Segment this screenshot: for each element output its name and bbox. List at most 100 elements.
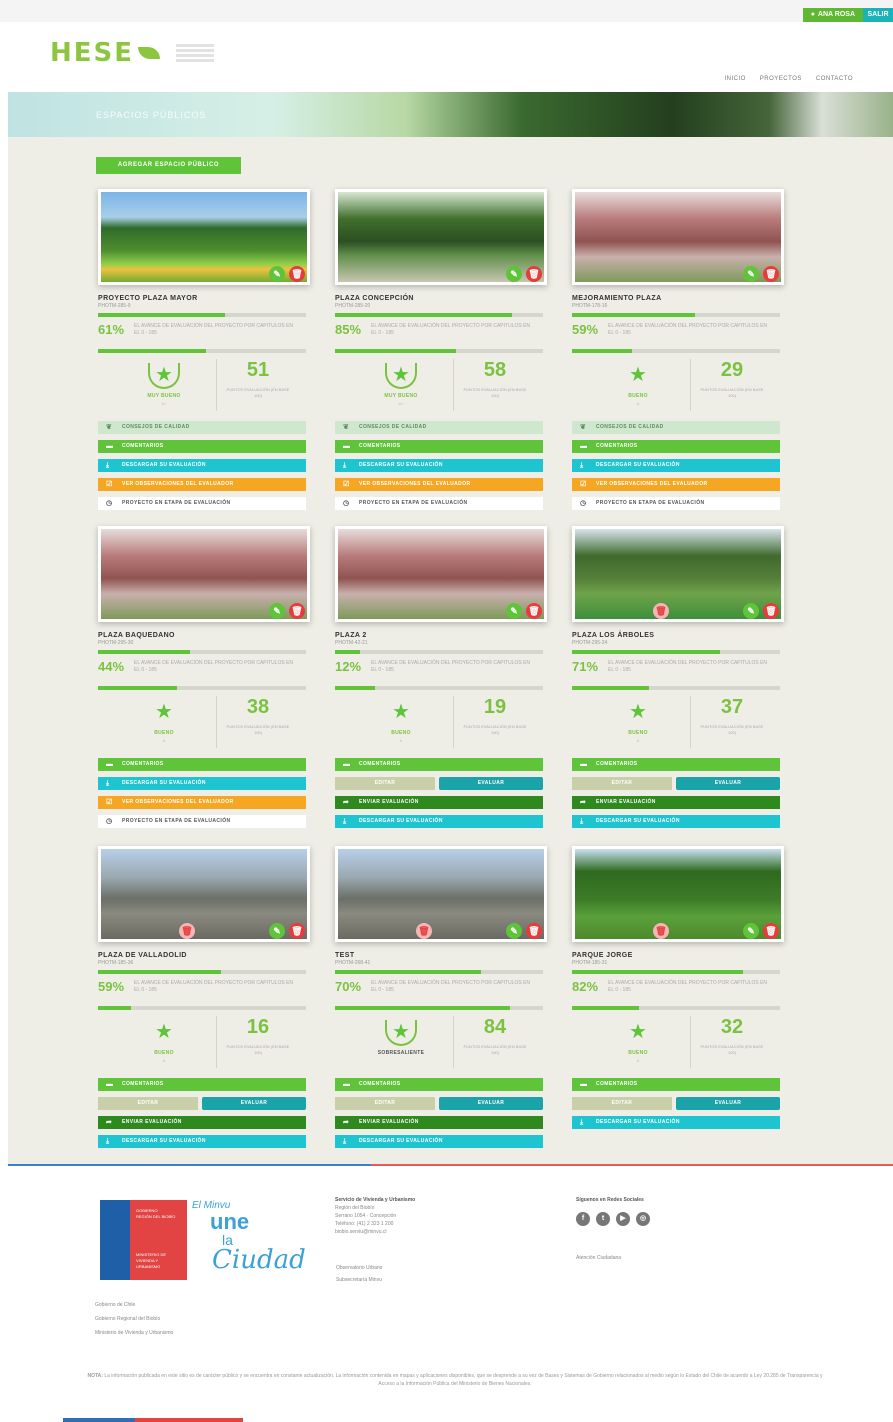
twitter-icon[interactable]: t bbox=[596, 1212, 610, 1226]
edit-icon[interactable]: ✎ bbox=[743, 923, 759, 939]
user-menu-button[interactable]: ● ANA ROSA bbox=[802, 8, 863, 22]
edit-button[interactable]: EDITAR bbox=[98, 1097, 198, 1110]
edit-icon[interactable]: ✎ bbox=[743, 603, 759, 619]
download-evaluation-button[interactable]: ⤓ DESCARGAR SU EVALUACIÓN bbox=[98, 1135, 306, 1148]
download-evaluation-button[interactable]: ⤓ DESCARGAR SU EVALUACIÓN bbox=[98, 459, 306, 472]
evaluate-button[interactable]: EVALUAR bbox=[202, 1097, 306, 1110]
gobierno-logo[interactable]: GOBIERNO REGIÓN DEL BIOBÍO MINISTERIO DE… bbox=[100, 1200, 187, 1280]
comments-button[interactable]: ▬ COMENTARIOS bbox=[572, 758, 780, 771]
download-evaluation-button[interactable]: ⤓ DESCARGAR SU EVALUACIÓN bbox=[572, 815, 780, 828]
edit-icon[interactable]: ✎ bbox=[506, 923, 522, 939]
project-photo[interactable]: ✎ 🗑 bbox=[98, 526, 310, 622]
quality-advice-button[interactable]: ❦ CONSEJOS DE CALIDAD bbox=[98, 421, 306, 434]
project-title: TEST bbox=[335, 952, 355, 959]
edit-icon[interactable]: ✎ bbox=[743, 266, 759, 282]
edit-button[interactable]: EDITAR bbox=[572, 1097, 672, 1110]
project-code: PHOTM-285-9 bbox=[98, 303, 131, 309]
evaluate-button[interactable]: EVALUAR bbox=[439, 777, 543, 790]
edit-button[interactable]: EDITAR bbox=[335, 777, 435, 790]
edit-icon[interactable]: ✎ bbox=[506, 266, 522, 282]
nav-inicio[interactable]: INICIO bbox=[724, 76, 745, 82]
view-observations-button[interactable]: ☑ VER OBSERVACIONES DEL EVALUADOR bbox=[335, 478, 543, 491]
project-photo[interactable]: 🗑 ✎ 🗑 bbox=[98, 846, 310, 942]
project-photo[interactable]: 🗑 ✎ 🗑 bbox=[572, 846, 784, 942]
footer-link-subsecretaria[interactable]: Subsecretaría Minvu bbox=[336, 1276, 382, 1284]
project-photo[interactable]: ✎ 🗑 bbox=[335, 526, 547, 622]
instagram-icon[interactable]: ◎ bbox=[636, 1212, 650, 1226]
score-label: PUNTOS EVALUACIÓN (EN BASE 100) bbox=[226, 724, 290, 735]
trash-icon[interactable]: 🗑 bbox=[416, 923, 432, 939]
comments-button[interactable]: ▬ COMENTARIOS bbox=[572, 1078, 780, 1091]
edit-icon[interactable]: ✎ bbox=[506, 603, 522, 619]
project-photo[interactable]: 🗑 ✎ 🗑 bbox=[335, 846, 547, 942]
footer-note: NOTA: La información publicada en este s… bbox=[80, 1372, 830, 1388]
trash-icon[interactable]: 🗑 bbox=[763, 266, 779, 282]
nav-contacto[interactable]: CONTACTO bbox=[816, 76, 853, 82]
project-photo[interactable]: ✎ 🗑 bbox=[335, 189, 547, 285]
edit-icon[interactable]: ✎ bbox=[269, 603, 285, 619]
edit-button[interactable]: EDITAR bbox=[335, 1097, 435, 1110]
trash-icon[interactable]: 🗑 bbox=[526, 923, 542, 939]
minvu-une-la-ciudad-logo[interactable]: El Minvu une la Ciudad bbox=[192, 1200, 306, 1273]
download-evaluation-button[interactable]: ⤓ DESCARGAR SU EVALUACIÓN bbox=[98, 777, 306, 790]
comments-button[interactable]: ▬ COMENTARIOS bbox=[98, 440, 306, 453]
download-evaluation-button[interactable]: ⤓ DESCARGAR SU EVALUACIÓN bbox=[335, 1135, 543, 1148]
download-evaluation-button[interactable]: ⤓ DESCARGAR SU EVALUACIÓN bbox=[572, 1116, 780, 1129]
send-evaluation-button[interactable]: ➦ ENVIAR EVALUACIÓN bbox=[98, 1116, 306, 1129]
trash-icon[interactable]: 🗑 bbox=[179, 923, 195, 939]
button-label: DESCARGAR SU EVALUACIÓN bbox=[359, 462, 443, 468]
edit-icon[interactable]: ✎ bbox=[269, 266, 285, 282]
view-observations-button[interactable]: ☑ VER OBSERVACIONES DEL EVALUADOR bbox=[98, 796, 306, 809]
score-value: 51 bbox=[246, 359, 270, 381]
send-evaluation-button[interactable]: ➦ ENVIAR EVALUACIÓN bbox=[335, 1116, 543, 1129]
project-photo[interactable]: ✎ 🗑 bbox=[98, 189, 310, 285]
comments-button[interactable]: ▬ COMENTARIOS bbox=[335, 1078, 543, 1091]
hese-logo[interactable]: HESE bbox=[50, 38, 215, 68]
footer-link-gobierno[interactable]: Gobierno de Chile bbox=[95, 1302, 135, 1308]
rating-badge: ★ bbox=[618, 698, 658, 726]
trash-icon[interactable]: 🗑 bbox=[526, 603, 542, 619]
evaluate-button[interactable]: EVALUAR bbox=[676, 1097, 780, 1110]
footer-link-gobierno-regional[interactable]: Gobierno Regional del Biobío bbox=[95, 1316, 160, 1322]
youtube-icon[interactable]: ▶ bbox=[616, 1212, 630, 1226]
comments-button[interactable]: ▬ COMENTARIOS bbox=[335, 440, 543, 453]
project-photo[interactable]: 🗑 ✎ 🗑 bbox=[572, 526, 784, 622]
comments-button[interactable]: ▬ COMENTARIOS bbox=[572, 440, 780, 453]
send-evaluation-button[interactable]: ➦ ENVIAR EVALUACIÓN bbox=[572, 796, 780, 809]
trash-icon[interactable]: 🗑 bbox=[289, 923, 305, 939]
trash-icon[interactable]: 🗑 bbox=[526, 266, 542, 282]
view-observations-button[interactable]: ☑ VER OBSERVACIONES DEL EVALUADOR bbox=[572, 478, 780, 491]
trash-icon[interactable]: 🗑 bbox=[289, 266, 305, 282]
download-evaluation-button[interactable]: ⤓ DESCARGAR SU EVALUACIÓN bbox=[335, 815, 543, 828]
project-photo[interactable]: ✎ 🗑 bbox=[572, 189, 784, 285]
logout-button[interactable]: SALIR bbox=[863, 8, 893, 22]
nav-proyectos[interactable]: PROYECTOS bbox=[760, 76, 802, 82]
footer-link-atencion[interactable]: Atención Ciudadana bbox=[576, 1254, 621, 1262]
send-evaluation-button[interactable]: ➦ ENVIAR EVALUACIÓN bbox=[335, 796, 543, 809]
footer-link-minvu[interactable]: Ministerio de Vivienda y Urbanismo bbox=[95, 1330, 173, 1336]
status-indicator: ◷ PROYECTO EN ETAPA DE EVALUACIÓN bbox=[98, 497, 306, 510]
edit-icon[interactable]: ✎ bbox=[269, 923, 285, 939]
trash-icon[interactable]: 🗑 bbox=[763, 603, 779, 619]
footer-link-observatorio[interactable]: Observatorio Urbano bbox=[336, 1264, 382, 1272]
quality-advice-button[interactable]: ❦ CONSEJOS DE CALIDAD bbox=[572, 421, 780, 434]
add-public-space-button[interactable]: AGREGAR ESPACIO PÚBLICO bbox=[96, 157, 241, 174]
edit-button[interactable]: EDITAR bbox=[572, 777, 672, 790]
comments-button[interactable]: ▬ COMENTARIOS bbox=[98, 758, 306, 771]
facebook-icon[interactable]: f bbox=[576, 1212, 590, 1226]
stats-divider bbox=[216, 359, 217, 411]
project-code: PHOTM-295-30 bbox=[98, 640, 134, 646]
evaluate-button[interactable]: EVALUAR bbox=[676, 777, 780, 790]
quality-advice-button[interactable]: ❦ CONSEJOS DE CALIDAD bbox=[335, 421, 543, 434]
download-evaluation-button[interactable]: ⤓ DESCARGAR SU EVALUACIÓN bbox=[335, 459, 543, 472]
trash-icon[interactable]: 🗑 bbox=[289, 603, 305, 619]
download-evaluation-button[interactable]: ⤓ DESCARGAR SU EVALUACIÓN bbox=[572, 459, 780, 472]
comments-button[interactable]: ▬ COMENTARIOS bbox=[335, 758, 543, 771]
project-code: PHOTM-295-24 bbox=[572, 640, 608, 646]
view-observations-button[interactable]: ☑ VER OBSERVACIONES DEL EVALUADOR bbox=[98, 478, 306, 491]
trash-icon[interactable]: 🗑 bbox=[763, 923, 779, 939]
comments-button[interactable]: ▬ COMENTARIOS bbox=[98, 1078, 306, 1091]
trash-icon[interactable]: 🗑 bbox=[653, 923, 669, 939]
trash-icon[interactable]: 🗑 bbox=[653, 603, 669, 619]
evaluate-button[interactable]: EVALUAR bbox=[439, 1097, 543, 1110]
